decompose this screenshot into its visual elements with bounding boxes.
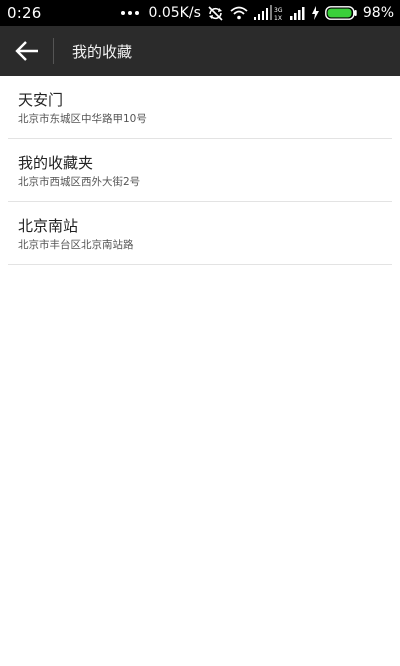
status-time: 0:26 xyxy=(7,4,42,22)
favorite-name: 天安门 xyxy=(18,91,64,109)
title-bar: 我的收藏 xyxy=(0,26,400,76)
favorite-item[interactable]: 天安门 北京市东城区中华路甲10号 xyxy=(8,76,392,139)
favorite-address: 北京市丰台区北京南站路 xyxy=(18,239,134,251)
net-speed: 0.05K/s xyxy=(148,5,201,21)
battery-percent: 98% xyxy=(362,5,394,21)
page-title: 我的收藏 xyxy=(72,42,133,61)
status-icons: 0.05K/s 3G 1X 98% xyxy=(120,5,394,21)
signal-3g-icon: 3G 1X xyxy=(253,5,284,21)
wifi-icon xyxy=(230,6,248,20)
more-dots-icon xyxy=(120,11,139,15)
favorite-address: 北京市东城区中华路甲10号 xyxy=(18,113,147,125)
sync-off-icon xyxy=(207,5,224,21)
favorite-item[interactable]: 北京南站 北京市丰台区北京南站路 xyxy=(8,202,392,265)
favorite-name: 北京南站 xyxy=(18,217,79,235)
arrow-left-icon xyxy=(14,41,38,61)
favorite-item[interactable]: 我的收藏夹 北京市西城区西外大街2号 xyxy=(8,139,392,202)
signal-icon xyxy=(289,6,306,20)
battery-icon xyxy=(324,6,357,20)
title-divider xyxy=(53,38,54,64)
back-button[interactable] xyxy=(0,26,53,76)
charging-icon xyxy=(311,6,319,20)
favorite-name: 我的收藏夹 xyxy=(18,154,94,172)
network-type-bottom: 1X xyxy=(274,15,282,21)
favorites-list: 天安门 北京市东城区中华路甲10号 我的收藏夹 北京市西城区西外大街2号 北京南… xyxy=(0,76,400,265)
status-bar: 0:26 0.05K/s 3G 1X 98% xyxy=(0,0,400,26)
favorite-address: 北京市西城区西外大街2号 xyxy=(18,176,141,188)
network-type-top: 3G xyxy=(274,7,283,14)
